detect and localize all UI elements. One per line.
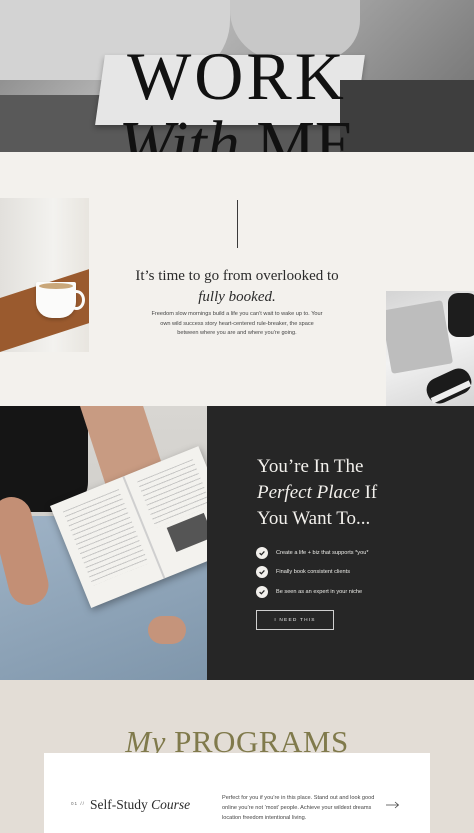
i-need-this-button[interactable]: I NEED THIS bbox=[256, 610, 334, 630]
reading-woman-photo bbox=[0, 406, 207, 680]
program-number: 01 // bbox=[71, 801, 85, 806]
program-title-plain: Self-Study bbox=[90, 797, 148, 812]
list-item: Finally book consistent clients bbox=[256, 563, 466, 583]
program-title: Self-Study Course bbox=[90, 797, 190, 813]
coffee-photo bbox=[0, 198, 89, 352]
program-description: Perfect for you if you’re in this place.… bbox=[222, 795, 375, 821]
intro-heading-plain: It’s time to go from overlooked to bbox=[135, 268, 339, 284]
list-item-text: Finally book consistent clients bbox=[276, 569, 350, 576]
list-item-text: Create a life + biz that supports *you* bbox=[276, 549, 369, 556]
list-item-text: Be seen as an expert in your niche bbox=[276, 588, 363, 595]
sneaker-top bbox=[448, 293, 474, 337]
program-card[interactable]: 01 // Self-Study Course Perfect for you … bbox=[44, 753, 430, 833]
perfect-place-panel: You’re In The Perfect Place If You Want … bbox=[207, 406, 474, 680]
list-item: Be seen as an expert in your niche bbox=[256, 582, 466, 602]
laptop-sneakers-photo bbox=[386, 291, 474, 421]
heading-line-2: Perfect Place If bbox=[257, 480, 467, 506]
intro-body: Freedom slow mornings build a life you c… bbox=[151, 311, 323, 336]
check-icon bbox=[256, 566, 268, 579]
hand bbox=[148, 616, 186, 644]
benefits-list: Create a life + biz that supports *you* … bbox=[256, 543, 466, 602]
laptop bbox=[386, 300, 454, 374]
intro-heading-italic: fully booked. bbox=[198, 289, 276, 305]
magazine-text-left bbox=[63, 489, 149, 586]
intro-heading: It’s time to go from overlooked to fully… bbox=[130, 266, 344, 308]
program-title-italic: Course bbox=[151, 797, 191, 812]
check-icon bbox=[256, 585, 268, 598]
coffee-liquid bbox=[39, 283, 73, 289]
check-icon bbox=[256, 546, 268, 559]
list-item: Create a life + biz that supports *you* bbox=[256, 543, 466, 563]
heading-if: If bbox=[364, 482, 378, 503]
heading-line-3: You Want To... bbox=[257, 508, 371, 529]
perfect-place-heading: You’re In The Perfect Place If You Want … bbox=[257, 454, 467, 532]
divider-line bbox=[237, 200, 238, 248]
heading-italic: Perfect Place bbox=[257, 482, 360, 503]
arrow-right-icon[interactable] bbox=[386, 801, 400, 809]
hero-title-work: WORK bbox=[127, 38, 347, 114]
heading-line-1: You’re In The bbox=[257, 456, 364, 477]
